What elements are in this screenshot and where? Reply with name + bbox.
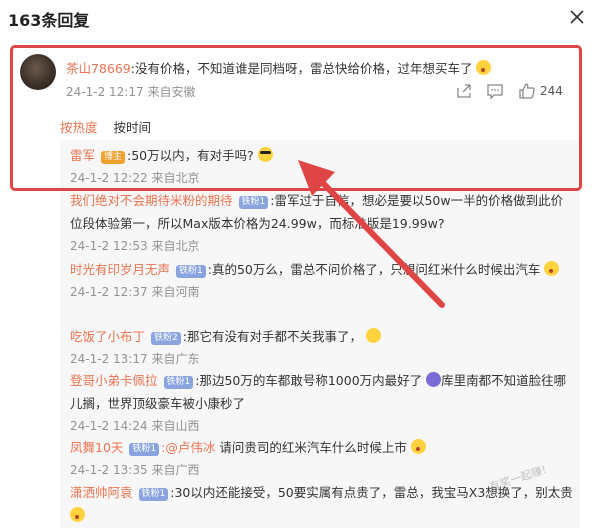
reply-username[interactable]: 登哥小弟卡佩拉 xyxy=(70,373,158,388)
reply-text: :真的50万么，雷总不问价格了，只想问红米什么时候出汽车 xyxy=(207,262,541,277)
reply-username[interactable]: 雷军 xyxy=(70,148,95,163)
fan-badge: 铁粉1 xyxy=(238,196,269,209)
reply-item: 时光有印岁月无声 铁粉1:真的50万么，雷总不问价格了，只想问红米什么时候出汽车… xyxy=(70,258,575,303)
fan-badge: 铁粉1 xyxy=(163,376,194,389)
author-badge: 博主 xyxy=(101,151,126,164)
page-title: 163条回复 xyxy=(8,11,90,30)
cry-emoji-icon xyxy=(365,328,381,343)
reply-text: :那边50万的车都敢号称1000万内最好了 xyxy=(195,373,423,388)
tab-sort-hot[interactable]: 按热度 xyxy=(60,120,98,135)
laugh-emoji-icon xyxy=(544,261,560,276)
comment-line: 茶山78669:没有价格，不知道谁是同档呀，雷总快给价格，过年想买车了 xyxy=(66,58,492,77)
reply-meta: 24-1-2 12:53 来自北京 xyxy=(70,239,200,253)
reply-username[interactable]: 吃饭了小布丁 xyxy=(70,329,145,344)
reply-username[interactable]: 潇洒帅阿袁 xyxy=(70,485,133,500)
sort-tabs: 按热度 按时间 xyxy=(60,117,151,136)
header: 163条回复 xyxy=(0,0,594,36)
reply-text: 请问贵司的红米汽车什么时候上市 xyxy=(215,440,407,455)
comment-location: 来自安徽 xyxy=(147,85,196,99)
reply-meta: 24-1-2 14:24 来自山西 xyxy=(70,419,200,433)
comment-meta: 24-1-2 12:17 来自安徽 xyxy=(66,83,195,100)
reply-item: 吃饭了小布丁 铁粉2:那它有没有对手都不关我事了， 24-1-2 13:17 来… xyxy=(70,325,575,370)
reply-text: :那它有没有对手都不关我事了， xyxy=(182,329,362,344)
mention-link[interactable]: :@卢伟冰 xyxy=(161,440,215,455)
close-icon[interactable] xyxy=(568,8,586,26)
comment-username[interactable]: 茶山78669 xyxy=(66,61,131,76)
reply-meta: 24-1-2 12:37 来自河南 xyxy=(70,285,200,299)
reply-item: 凤舞10天 铁粉1:@卢伟冰 请问贵司的红米汽车什么时候上市 24-1-2 13… xyxy=(70,436,575,481)
like-count: 244 xyxy=(540,84,563,98)
comment-text: :没有价格，不知道谁是同档呀，雷总快给价格，过年想买车了 xyxy=(130,61,473,76)
laugh-emoji-icon xyxy=(476,60,492,75)
fan-badge: 铁粉1 xyxy=(129,443,160,456)
reply-text: :50万以内，有对手吗? xyxy=(127,148,254,163)
face-emoji-icon xyxy=(426,372,442,387)
comment-icon[interactable] xyxy=(486,82,504,100)
fan-badge: 铁粉2 xyxy=(151,332,181,345)
reply-meta: 24-1-2 12:22 来自北京 xyxy=(70,171,200,185)
sunglasses-emoji-icon xyxy=(257,147,273,162)
reply-item: 我们绝对不会期待米粉的期待 铁粉1:雷军过于自信，想必是要以50w一半的价格做到… xyxy=(70,189,575,257)
reply-username[interactable]: 凤舞10天 xyxy=(70,440,123,455)
like-icon[interactable] xyxy=(518,82,536,100)
tab-sort-time[interactable]: 按时间 xyxy=(114,120,152,135)
fan-badge: 铁粉1 xyxy=(176,265,206,278)
reply-list: 雷军 博主:50万以内，有对手吗? 24-1-2 12:22 来自北京 我们绝对… xyxy=(60,140,580,528)
reply-username[interactable]: 我们绝对不会期待米粉的期待 xyxy=(70,193,233,208)
reply-item: 雷军 博主:50万以内，有对手吗? 24-1-2 12:22 来自北京 xyxy=(70,144,575,189)
laugh-emoji-icon xyxy=(410,439,426,454)
reply-meta: 24-1-2 13:17 来自广东 xyxy=(70,352,200,366)
fan-badge: 铁粉1 xyxy=(138,488,169,501)
laugh-emoji-icon xyxy=(70,507,85,522)
share-icon[interactable] xyxy=(455,82,473,100)
comment-time: 24-1-2 12:17 xyxy=(66,85,144,99)
reply-item: 登哥小弟卡佩拉 铁粉1:那边50万的车都敢号称1000万内最好了 库里南都不知道… xyxy=(70,369,575,437)
reply-username[interactable]: 时光有印岁月无声 xyxy=(70,262,170,277)
avatar[interactable] xyxy=(20,54,56,90)
